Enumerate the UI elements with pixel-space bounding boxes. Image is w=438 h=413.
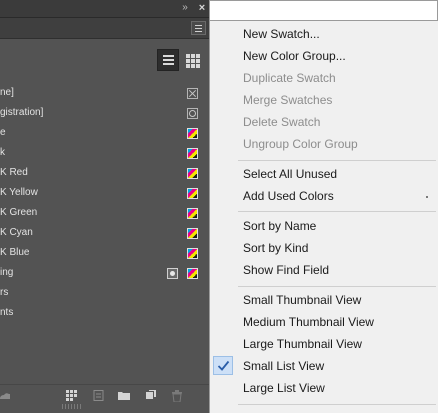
cmyk-process-icon xyxy=(187,128,198,139)
menu-item-label: Select All Unused xyxy=(243,167,338,181)
menu-item-label: Delete Swatch xyxy=(243,115,321,129)
menu-item-label: New Swatch... xyxy=(243,27,320,41)
menu-item-delete-swatch: Delete Swatch xyxy=(210,111,438,133)
swatch-row-none[interactable]: ne] xyxy=(0,84,209,104)
menu-item-label: Sort by Name xyxy=(243,219,317,233)
menu-item-ungroup-color-group: Ungroup Color Group xyxy=(210,133,438,155)
trash-icon[interactable] xyxy=(171,390,183,402)
cmyk-process-icon xyxy=(187,148,198,159)
new-swatch-icon[interactable] xyxy=(145,390,157,401)
color-group-icon[interactable] xyxy=(93,390,105,401)
cmyk-process-icon xyxy=(187,208,198,219)
menu-item-large-thumbnail-view[interactable]: Large Thumbnail View xyxy=(210,333,438,355)
menu-item-add-used-colors[interactable]: Add Used Colors xyxy=(210,185,438,207)
menu-item-small-list-view[interactable]: Small List View xyxy=(210,355,438,377)
swatch-row[interactable]: K Blue xyxy=(0,244,209,264)
swatch-name: ne] xyxy=(0,87,14,98)
panel-menu-button[interactable] xyxy=(191,21,206,35)
menu-item-select-all-unused[interactable]: Select All Unused xyxy=(210,163,438,185)
swatch-row-registration[interactable]: gistration] xyxy=(0,104,209,124)
menu-item-large-list-view[interactable]: Large List View xyxy=(210,377,438,399)
menu-item-new-swatch[interactable]: New Swatch... xyxy=(210,23,438,45)
swatch-row[interactable]: rs xyxy=(0,284,209,304)
swatch-name: K Green xyxy=(0,207,38,218)
collapse-panel-icon[interactable]: » xyxy=(178,1,192,15)
swatch-row[interactable]: K Yellow xyxy=(0,184,209,204)
list-view-icon[interactable] xyxy=(157,49,179,71)
cmyk-process-icon xyxy=(187,168,198,179)
cmyk-process-icon xyxy=(187,228,198,239)
menu-separator xyxy=(238,160,436,161)
close-panel-icon[interactable]: × xyxy=(195,1,209,15)
menu-item-label: Merge Swatches xyxy=(243,93,333,107)
resize-grip[interactable] xyxy=(62,404,82,409)
menu-item-label: Small Thumbnail View xyxy=(243,293,362,307)
menu-item-label: Small List View xyxy=(243,359,325,373)
menu-item-label: Show Find Field xyxy=(243,263,330,277)
swatches-panel: » × ne] gistration] e k K Red K Yellow K… xyxy=(0,0,209,413)
cloud-icon[interactable] xyxy=(0,390,12,401)
registration-swatch-icon xyxy=(187,108,198,119)
swatch-row[interactable]: e xyxy=(0,124,209,144)
grid-view-icon[interactable] xyxy=(181,49,203,71)
swatch-row[interactable]: K Red xyxy=(0,164,209,184)
swatch-name: ing xyxy=(0,267,14,278)
menu-item-label: Add Used Colors xyxy=(243,189,334,203)
swatch-name: K Yellow xyxy=(0,187,38,198)
swatch-views-icon[interactable] xyxy=(66,390,78,401)
panel-bottom-bar xyxy=(0,384,209,407)
cmyk-process-icon xyxy=(187,248,198,259)
menu-item-label: Sort by Kind xyxy=(243,241,309,255)
swatch-row[interactable]: nts xyxy=(0,304,209,324)
menu-item-show-find-field[interactable]: Show Find Field xyxy=(210,259,438,281)
document-area xyxy=(209,0,438,21)
swatch-name: nts xyxy=(0,307,14,318)
menu-item-duplicate-swatch: Duplicate Swatch xyxy=(210,67,438,89)
swatch-name: rs xyxy=(0,287,9,298)
swatch-row[interactable]: K Cyan xyxy=(0,224,209,244)
menu-item-label: Duplicate Swatch xyxy=(243,71,336,85)
menu-item-merge-swatches: Merge Swatches xyxy=(210,89,438,111)
swatch-name: e xyxy=(0,127,6,138)
swatch-name: k xyxy=(0,147,5,158)
menu-item-sort-by-kind[interactable]: Sort by Kind xyxy=(210,237,438,259)
menu-item-small-thumbnail-view[interactable]: Small Thumbnail View xyxy=(210,289,438,311)
menu-item-label: Medium Thumbnail View xyxy=(243,315,374,329)
panel-flyout-menu: New Swatch... New Color Group... Duplica… xyxy=(209,21,438,413)
swatch-name: gistration] xyxy=(0,107,44,118)
menu-separator xyxy=(238,404,436,405)
menu-item-new-color-group[interactable]: New Color Group... xyxy=(210,45,438,67)
cmyk-process-icon xyxy=(187,188,198,199)
menu-separator xyxy=(238,286,436,287)
swatch-name: K Red xyxy=(0,167,28,178)
none-swatch-icon xyxy=(187,88,198,99)
swatch-name: K Blue xyxy=(0,247,30,258)
menu-item-label: Large Thumbnail View xyxy=(243,337,362,351)
swatch-row[interactable]: ing xyxy=(0,264,209,284)
spot-color-icon xyxy=(167,268,178,279)
swatch-row[interactable]: k xyxy=(0,144,209,164)
menu-item-label: Large List View xyxy=(243,381,325,395)
menu-item-sort-by-name[interactable]: Sort by Name xyxy=(210,215,438,237)
folder-icon[interactable] xyxy=(118,390,130,401)
checkmark-icon xyxy=(213,356,233,375)
submenu-indicator xyxy=(426,196,428,198)
cmyk-process-icon xyxy=(187,268,198,279)
menu-item-medium-thumbnail-view[interactable]: Medium Thumbnail View xyxy=(210,311,438,333)
swatch-name: K Cyan xyxy=(0,227,33,238)
swatch-row[interactable]: K Green xyxy=(0,204,209,224)
panel-tab-bar xyxy=(0,18,209,39)
menu-separator xyxy=(238,211,436,212)
menu-item-label: Ungroup Color Group xyxy=(243,137,358,151)
menu-item-label: New Color Group... xyxy=(243,49,346,63)
